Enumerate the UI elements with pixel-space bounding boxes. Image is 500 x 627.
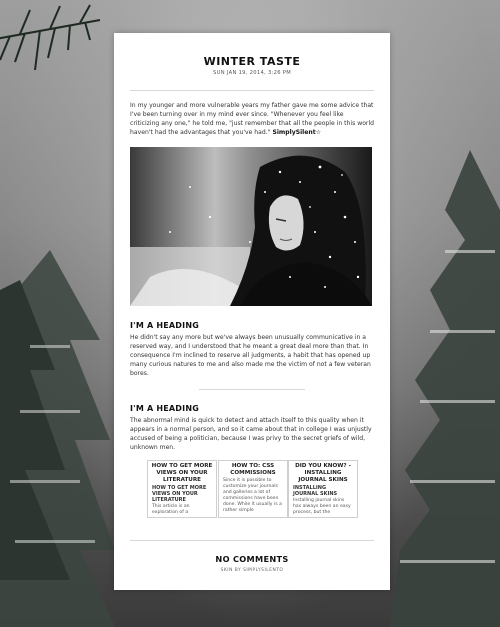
related-post-snippet: Since it is possible to customize your j…	[223, 478, 282, 513]
section-divider	[199, 389, 305, 390]
related-post-title: DID YOU KNOW? - INSTALLING JOURNAL SKINS	[295, 463, 351, 483]
intro-signature[interactable]: SimplySilent☆	[272, 129, 321, 136]
footer-divider	[130, 540, 374, 541]
related-post-3[interactable]: DID YOU KNOW? - INSTALLING JOURNAL SKINS…	[288, 460, 358, 518]
related-post-subtitle: HOW TO GET MORE VIEWS ON YOUR LITERATURE	[152, 485, 207, 503]
skin-credit[interactable]: SKIN BY SIMPLYSILENTO	[114, 568, 390, 573]
intro-text: In my younger and more vulnerable years …	[130, 102, 374, 136]
title-divider	[130, 90, 374, 91]
post-title[interactable]: WINTER TASTE	[114, 55, 390, 68]
woman-in-snow-photo	[130, 147, 372, 306]
related-post-title: HOW TO GET MORE VIEWS ON YOUR LITERATURE	[151, 463, 213, 483]
section-heading-1: I'M A HEADING	[130, 321, 199, 330]
section-heading-2: I'M A HEADING	[130, 404, 199, 413]
tree-left-decoration	[0, 250, 115, 627]
related-post-snippet: Installing journal skins has always been…	[293, 498, 351, 515]
related-post-title: HOW TO: CSS COMMISSIONS	[230, 463, 276, 476]
related-post-1[interactable]: HOW TO GET MORE VIEWS ON YOUR LITERATURE…	[147, 460, 217, 518]
section-paragraph-1: He didn't say any more but we've always …	[130, 334, 371, 377]
related-post-2[interactable]: HOW TO: CSS COMMISSIONS Since it is poss…	[218, 460, 288, 518]
post-date: SUN JAN 19, 2014, 3:26 PM	[213, 70, 291, 76]
related-post-subtitle: INSTALLING JOURNAL SKINS	[293, 485, 338, 497]
section-paragraph-2: The abnormal mind is quick to detect and…	[130, 417, 372, 451]
tree-right-decoration	[390, 150, 500, 627]
related-post-snippet: This article is an exploration of a	[152, 504, 190, 515]
journal-card: WINTER TASTE SUN JAN 19, 2014, 3:26 PM I…	[114, 33, 390, 590]
branch-top-left-decoration	[0, 0, 110, 90]
comments-link[interactable]: NO COMMENTS	[114, 554, 390, 564]
intro-paragraph: In my younger and more vulnerable years …	[130, 101, 374, 137]
